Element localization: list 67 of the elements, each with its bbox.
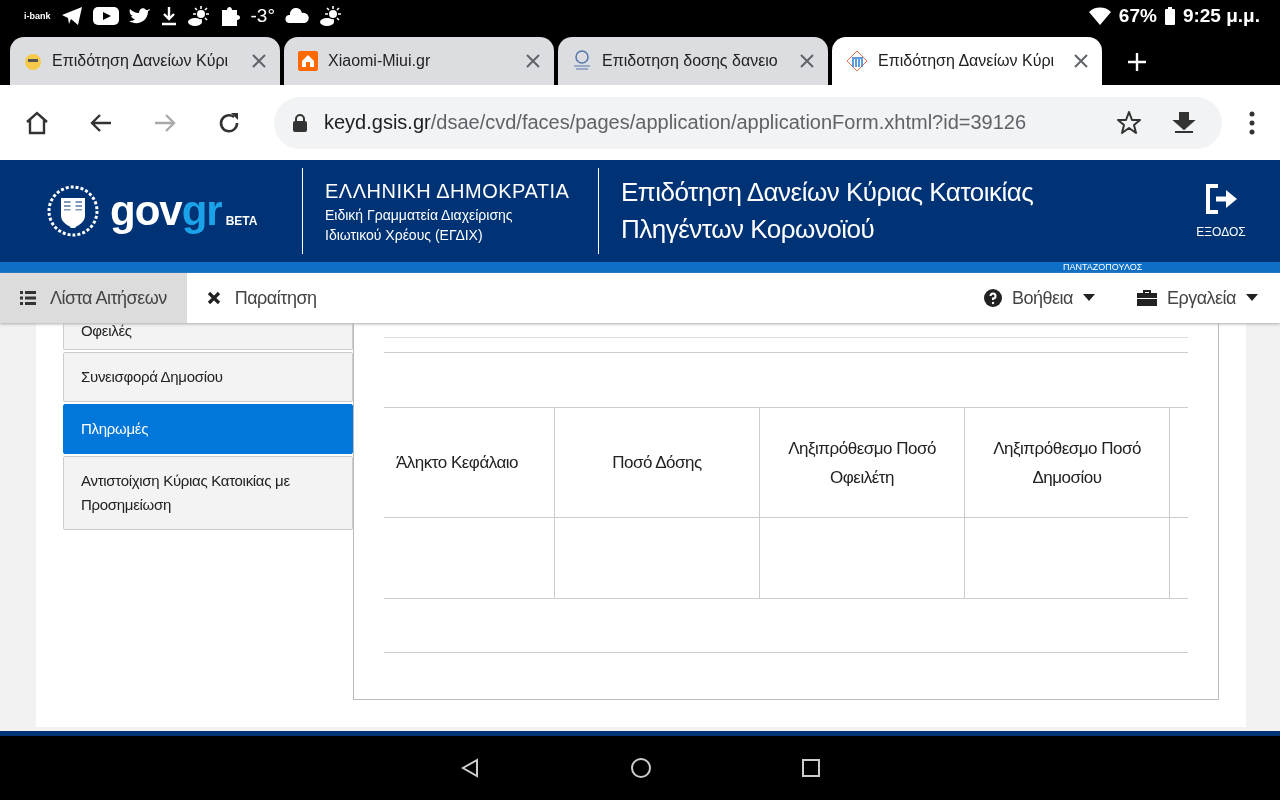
star-icon[interactable] [1116, 109, 1142, 136]
new-tab-icon[interactable] [1126, 51, 1148, 73]
battery-icon [1164, 7, 1175, 25]
close-icon[interactable] [252, 54, 266, 68]
column-header: Ποσό Δόσης [554, 408, 759, 517]
sidebar-item[interactable]: Οφειλές [63, 323, 353, 350]
columns-icon [846, 50, 868, 72]
temperature: -3° [250, 5, 275, 27]
govgr-logo: govgr BETA [110, 187, 258, 235]
exit-icon [1204, 183, 1238, 215]
url-text: keyd.gsis.gr/dsae/cvd/faces/pages/application/applicationForm.xhtml?id=39126 [324, 111, 1028, 134]
bird-icon [128, 7, 151, 25]
close-icon [206, 291, 221, 305]
puzzle-icon [220, 5, 241, 27]
sidebar-item[interactable]: Συνεισφορά Δημοσίου [63, 352, 353, 402]
help-icon [983, 289, 1002, 307]
lock-icon [292, 112, 308, 133]
download-icon[interactable] [1172, 110, 1196, 135]
sidebar-item[interactable]: Πληρωμές [63, 404, 353, 454]
tab-title: Επιδότηση Δανείων Κύρι [52, 52, 230, 70]
address-field[interactable]: keyd.gsis.gr/dsae/cvd/faces/pages/application/applicationForm.xhtml?id=39126 [274, 96, 1222, 149]
home-icon[interactable] [630, 757, 652, 779]
toolbox-icon [1136, 290, 1157, 306]
close-icon[interactable] [526, 54, 540, 68]
close-icon[interactable] [1074, 54, 1088, 68]
column-header: Άληκτο Κεφάλαιο [395, 452, 520, 474]
app-title: Επιδότηση Δανείων Κύριας Κατοικίας [621, 177, 1035, 208]
user-name: ΠΑΝΤΑΖΟΠΟΥΛΟΣ [1063, 262, 1143, 273]
dropdown-menu[interactable]: Εργαλεία [1116, 273, 1280, 323]
sun-cloud-icon [319, 5, 343, 27]
browser-tab[interactable]: Επιδοτηση δοσης δανειο [558, 37, 828, 85]
close-icon[interactable] [800, 54, 814, 68]
app-title: Πληγέντων Κορωνοϊού [621, 214, 876, 245]
caret-icon [1082, 294, 1095, 302]
toolbar-button[interactable]: Παραίτηση [186, 273, 337, 323]
house-icon [298, 51, 318, 71]
battery-percent: 67% [1118, 5, 1157, 27]
browser-tab[interactable]: Επιδότηση Δανείων Κύρι [832, 37, 1102, 85]
tab-title: Επιδοτηση δοσης δανειο [602, 52, 779, 70]
back-icon[interactable] [460, 758, 480, 778]
list-icon [20, 291, 36, 305]
play-icon [92, 7, 119, 25]
org-title: ΕΛΛΗΝΙΚΗ ΔΗΜΟΚΡΑΤΙΑ [325, 179, 571, 203]
sidebar-item[interactable]: Αντιστοίχιση Κύριας Κατοικίας με Προσημείωση [63, 456, 353, 530]
app-label: i-bank [24, 11, 51, 21]
caret-icon [1246, 294, 1258, 302]
download-icon [160, 6, 177, 26]
clock: 9:25 μ.μ. [1182, 5, 1260, 27]
org-subtitle: Ειδική Γραμματεία Διαχείρισης [325, 206, 514, 223]
paper-plane-icon [60, 6, 83, 26]
exit-button[interactable]: ΕΞΟΔΟΣ [1176, 183, 1266, 239]
column-header: Ληξιπρόθεσμο Ποσό Δημοσίου [964, 408, 1169, 517]
more-menu-icon[interactable] [1248, 110, 1256, 135]
dropdown-menu[interactable]: Βοήθεια [963, 273, 1117, 323]
tab-title: Επιδότηση Δανείων Κύρι [878, 52, 1056, 70]
home-icon[interactable] [24, 109, 50, 136]
org-subtitle: Ιδιωτικού Χρέους (ΕΓΔΙΧ) [325, 226, 484, 243]
recents-icon[interactable] [802, 759, 820, 777]
emblem-icon [46, 184, 100, 238]
tab-title: Xiaomi-Miui.gr [328, 52, 432, 70]
sun-cloud-icon [186, 5, 211, 27]
wifi-icon [1088, 7, 1111, 25]
column-header: Ληξιπρόθεσμο Ποσό Οφειλέτη [759, 408, 964, 517]
browser-tab[interactable]: Xiaomi-Miui.gr [284, 37, 554, 85]
cloud-icon [285, 8, 309, 24]
browser-tab[interactable]: Επιδότηση Δανείων Κύρι [10, 37, 280, 85]
toolbar-button[interactable]: Λίστα Αιτήσεων [0, 273, 187, 323]
